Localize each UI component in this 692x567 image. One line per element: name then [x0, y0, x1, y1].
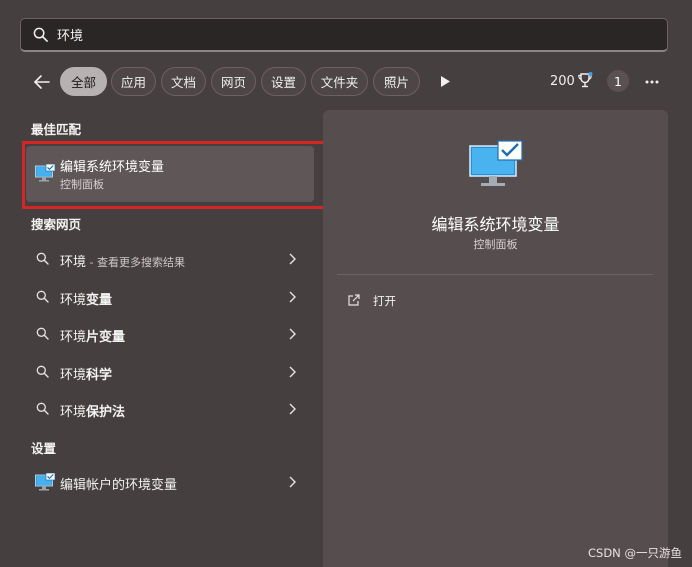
account-badge[interactable]: 1 — [607, 70, 629, 92]
filter-chip-web[interactable]: 网页 — [211, 67, 256, 96]
back-arrow-icon[interactable] — [32, 72, 52, 92]
web-result-row[interactable]: 环境片变量 — [26, 319, 314, 349]
chevron-right-icon — [289, 328, 296, 340]
search-query: 环境 — [57, 29, 84, 44]
filter-chip-photos[interactable]: 照片 — [373, 67, 420, 96]
more-options-icon[interactable] — [645, 80, 659, 84]
chevron-right-icon — [289, 291, 296, 303]
filter-chip-folders[interactable]: 文件夹 — [311, 67, 368, 96]
web-result-row[interactable]: 环境保护法 — [26, 394, 314, 424]
search-icon — [36, 365, 49, 378]
open-label: 打开 — [373, 294, 396, 308]
trophy-icon[interactable] — [577, 72, 593, 89]
filter-chip-settings[interactable]: 设置 — [261, 67, 306, 96]
preview-subtitle: 控制面板 — [473, 238, 518, 251]
preview-divider — [337, 274, 653, 275]
settings-heading: 设置 — [31, 441, 57, 456]
settings-result-label: 编辑帐户的环境变量 — [60, 478, 178, 493]
best-match-heading: 最佳匹配 — [31, 122, 82, 137]
filter-chip-apps[interactable]: 应用 — [111, 67, 156, 96]
search-icon — [33, 27, 48, 42]
preview-title: 编辑系统环境变量 — [431, 215, 560, 234]
best-match-title: 编辑系统环境变量 — [60, 160, 165, 175]
rewards-points: 200 — [550, 74, 575, 89]
search-icon — [36, 290, 49, 303]
preview-panel: 编辑系统环境变量 控制面板 打开 — [323, 110, 668, 567]
monitor-checkmark-icon — [35, 164, 55, 182]
best-match-result[interactable]: 编辑系统环境变量 控制面板 — [26, 146, 314, 202]
chevron-right-icon — [289, 476, 296, 488]
search-icon — [36, 327, 49, 340]
filter-chip-all[interactable]: 全部 — [60, 67, 107, 96]
web-result-row[interactable]: 环境 - 查看更多搜索结果 — [26, 244, 314, 274]
play-more-filters-icon[interactable] — [440, 75, 451, 88]
filter-chip-documents[interactable]: 文档 — [161, 67, 206, 96]
best-match-subtitle: 控制面板 — [60, 178, 104, 191]
chevron-right-icon — [289, 253, 296, 265]
filter-bar: 全部 应用 文档 网页 设置 文件夹 照片 200 1 — [0, 66, 692, 98]
web-result-label: 环境片变量 — [60, 330, 126, 345]
web-result-row[interactable]: 环境变量 — [26, 282, 314, 312]
web-result-label: 环境变量 — [60, 293, 113, 308]
monitor-checkmark-icon — [469, 140, 523, 186]
settings-result-row[interactable]: 编辑帐户的环境变量 — [26, 467, 314, 497]
web-result-label: 环境 - 查看更多搜索结果 — [60, 255, 185, 270]
chevron-right-icon — [289, 403, 296, 415]
watermark: CSDN @一只游鱼 — [588, 546, 682, 560]
chevron-right-icon — [289, 366, 296, 378]
open-external-icon — [348, 294, 360, 306]
web-search-heading: 搜索网页 — [31, 217, 82, 232]
web-result-label: 环境保护法 — [60, 405, 126, 420]
web-result-row[interactable]: 环境科学 — [26, 357, 314, 387]
monitor-checkmark-icon — [35, 473, 55, 491]
search-icon — [36, 252, 49, 265]
search-input[interactable]: 环境 — [20, 18, 668, 52]
web-result-label: 环境科学 — [60, 368, 113, 383]
search-icon — [36, 402, 49, 415]
